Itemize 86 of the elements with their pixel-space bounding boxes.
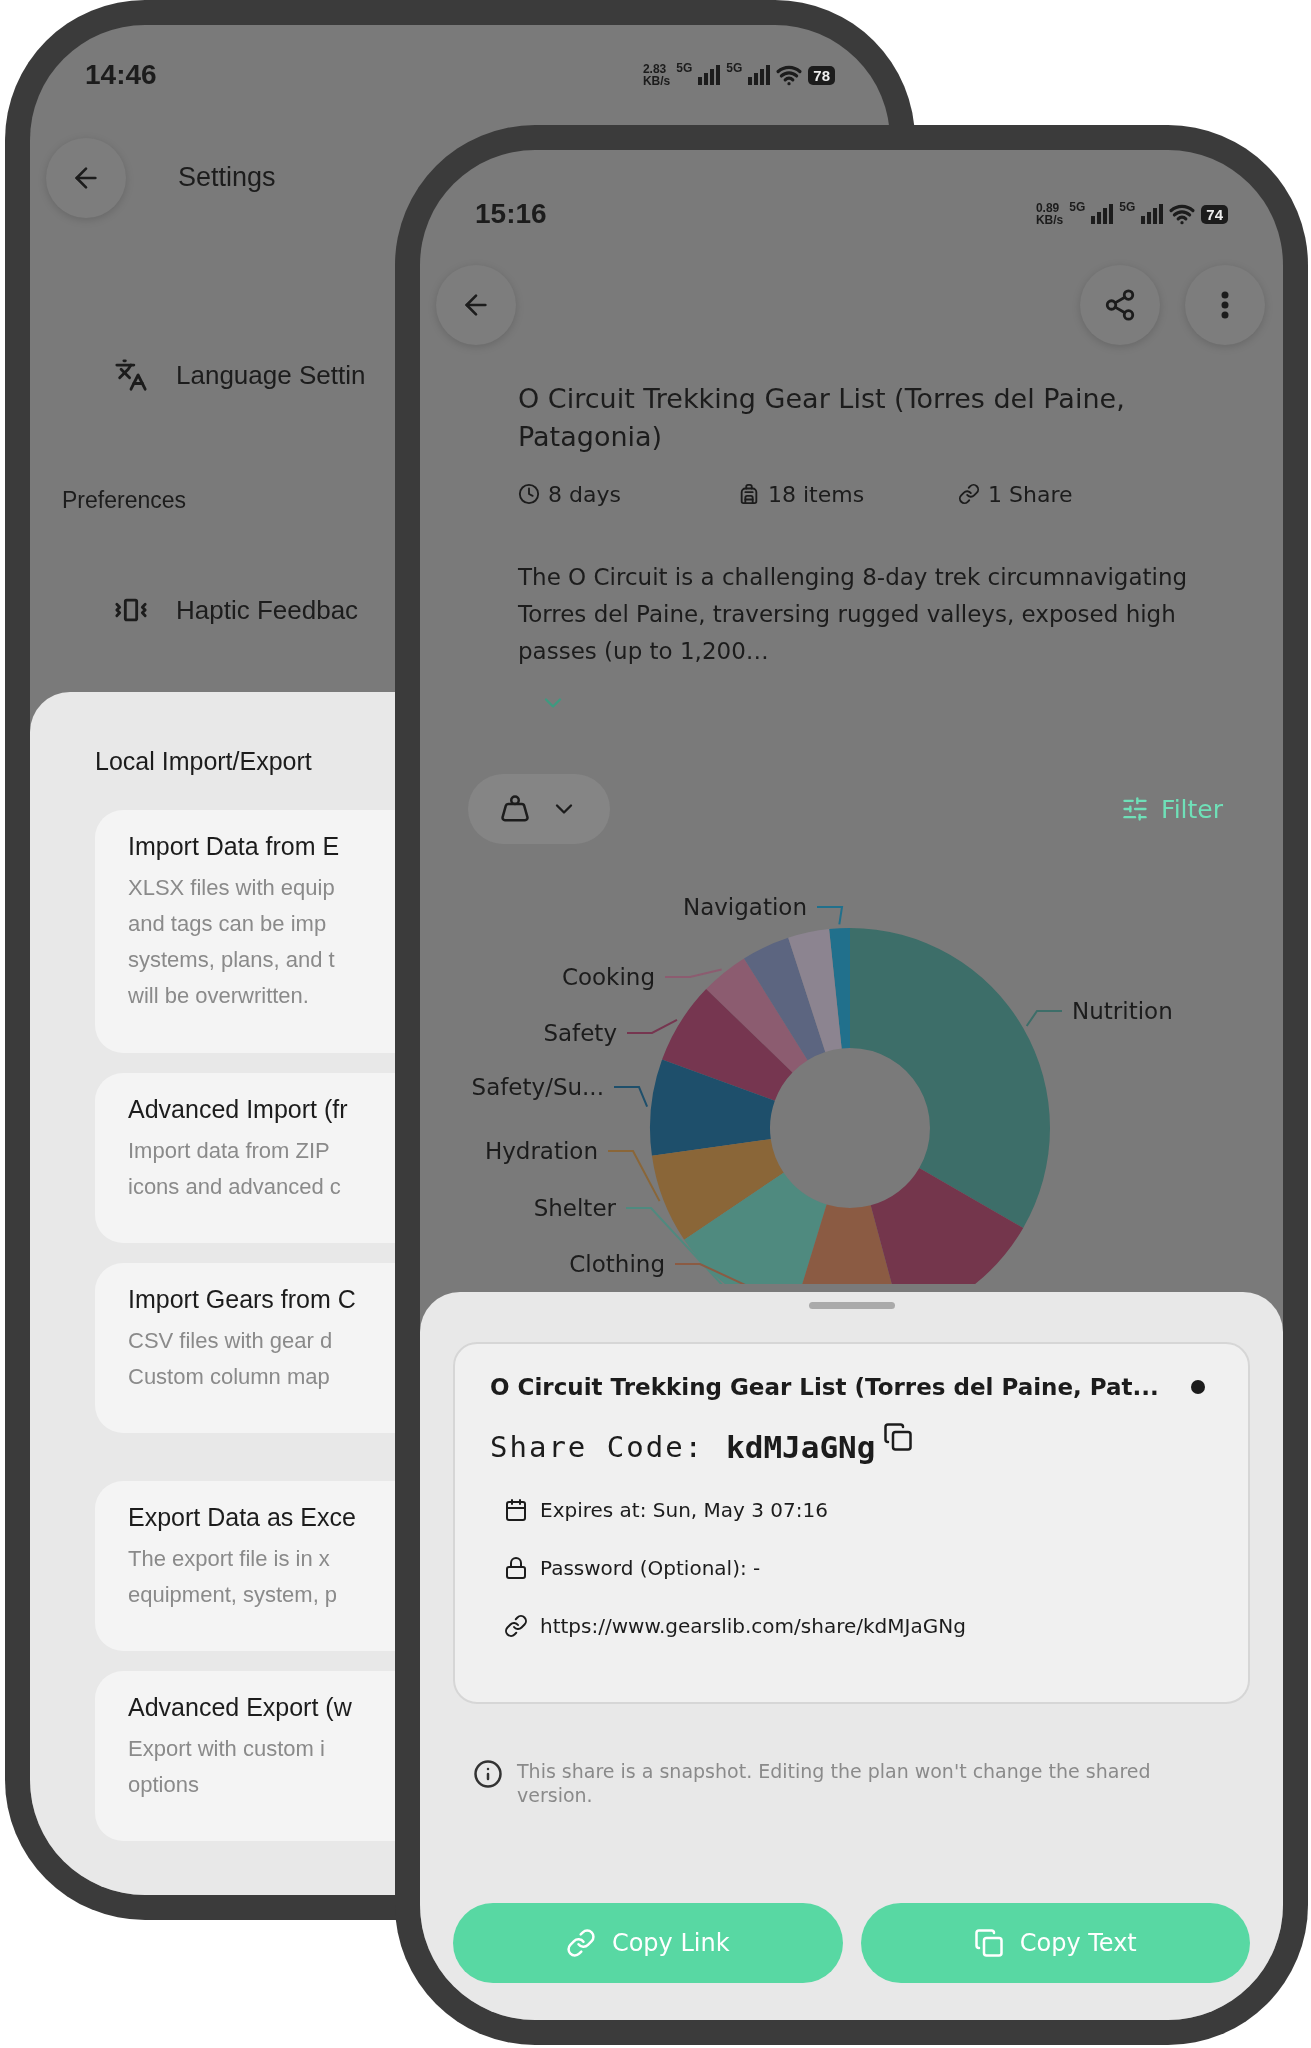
chart-label: Nutrition (1072, 998, 1173, 1024)
battery-level: 78 (808, 65, 835, 85)
card-description: and tags can be imp (128, 910, 327, 938)
info-note: This share is a snapshot. Editing the plan won't change the shared version. (517, 1759, 1152, 1807)
network-type: 5G (1119, 201, 1136, 213)
network-speed: 2.83 (642, 63, 668, 75)
signal-icon (1141, 204, 1164, 224)
status-time: 14:46 (85, 59, 157, 91)
card-title: Export Data as Exce (128, 1503, 356, 1532)
card-description: icons and advanced c (128, 1173, 341, 1201)
card-title: Advanced Export (w (128, 1693, 352, 1722)
plan-title: O Circuit Trekking Gear List (Torres del Paine, Patagonia) (518, 382, 1126, 454)
network-type: 5G (1069, 201, 1086, 213)
card-description: Custom column map (128, 1363, 330, 1391)
weight-icon (500, 794, 530, 824)
share-code-label: Share Code: (490, 1430, 705, 1464)
card-title: Import Gears from C (128, 1285, 356, 1314)
status-time: 15:16 (475, 198, 547, 230)
share-link[interactable]: https://www.gearslib.com/share/kdMJaGNg (540, 1614, 966, 1638)
info-icon (473, 1759, 503, 1789)
drag-handle[interactable] (808, 1302, 895, 1309)
link-icon (504, 1614, 528, 1638)
chart-label: Safety/Su... (471, 1074, 604, 1100)
setting-item[interactable]: Language Settin (114, 330, 366, 420)
card-description: XLSX files with equip (128, 874, 335, 902)
share-detail: Expires at: Sun, May 3 07:16 (540, 1498, 828, 1522)
card-description: will be overwritten. (128, 982, 309, 1010)
card-description: Import data from ZIP (128, 1137, 330, 1165)
filter-icon (1121, 795, 1150, 823)
translate-icon (114, 358, 148, 392)
leader-line (1025, 1010, 1063, 1027)
card-description: CSV files with gear d (128, 1327, 333, 1355)
lock-icon (504, 1556, 528, 1580)
plan-stat: 1 Share (958, 481, 1098, 507)
battery-level: 74 (1201, 204, 1228, 224)
signal-icon (698, 65, 721, 85)
option-card[interactable]: Import Data from E XLSX files with equip and tags can be imp systems, plans, and t will be overwritten. (95, 810, 395, 1053)
clock-icon (518, 483, 540, 505)
signal-icon (748, 65, 771, 85)
page-title: Settings (178, 162, 276, 193)
card-description: systems, plans, and t (128, 946, 335, 974)
leader-line (613, 1086, 649, 1108)
copy-icon (973, 1928, 1004, 1958)
sheet-title: Local Import/Export (95, 747, 312, 776)
chart-label: Cooking (561, 964, 655, 990)
option-card[interactable]: Import Gears from C CSV files with gear d Custom column map (95, 1263, 395, 1433)
speed-unit: KB/s (1035, 214, 1064, 226)
card-description: Export with custom i (128, 1735, 325, 1763)
chart-label: Shelter (533, 1195, 616, 1221)
chart-label: Navigation (682, 894, 807, 920)
share-detail: Password (Optional): - (540, 1556, 761, 1580)
option-card[interactable]: Advanced Export (w Export with custom i options (95, 1671, 395, 1841)
backpack-icon (738, 483, 760, 505)
status-dot (1191, 1380, 1205, 1394)
plan-description: The O Circuit is a challenging 8-day trek circumnavigating Torres del Paine, traversing rugged valleys, exposed high passes (up to 1,200… (518, 563, 1189, 666)
calendar-icon (504, 1498, 528, 1522)
option-card[interactable]: Advanced Import (fr Import data from ZIP icons and advanced c (95, 1073, 395, 1243)
setting-item[interactable]: Haptic Feedbac (114, 580, 359, 640)
network-type: 5G (726, 62, 743, 74)
share-code: kdMJaGNg (726, 1429, 876, 1465)
network-speed: 0.89 (1035, 202, 1061, 214)
leader-line (816, 906, 844, 926)
chart-label: Safety (543, 1020, 617, 1046)
share-icon (1103, 288, 1137, 322)
section-title: Preferences (62, 485, 186, 515)
chart-label: Hydration (484, 1138, 598, 1164)
chart-label: Clothing (569, 1251, 665, 1277)
card-description: options (128, 1771, 199, 1799)
network-type: 5G (676, 62, 693, 74)
card-title: Import Data from E (128, 832, 340, 861)
copy-icon (883, 1422, 914, 1452)
speed-unit: KB/s (642, 75, 671, 87)
signal-icon (1091, 204, 1114, 224)
link-icon (565, 1928, 596, 1958)
copy-button[interactable] (883, 1422, 914, 1452)
option-card[interactable]: Export Data as Exce The export file is in x equipment, system, p (95, 1481, 395, 1651)
card-title: Advanced Import (fr (128, 1095, 348, 1124)
plan-stat: 18 items (738, 481, 958, 507)
link-icon (958, 483, 980, 505)
leader-line (664, 968, 723, 978)
card-description: The export file is in x (128, 1545, 330, 1573)
leader-line (626, 1018, 678, 1034)
share-plan-title: O Circuit Trekking Gear List (Torres del Paine, Pat... (490, 1374, 1159, 1400)
more-icon (1221, 291, 1229, 319)
card-description: equipment, system, p (128, 1581, 338, 1609)
plan-stat: 8 days (518, 481, 738, 507)
